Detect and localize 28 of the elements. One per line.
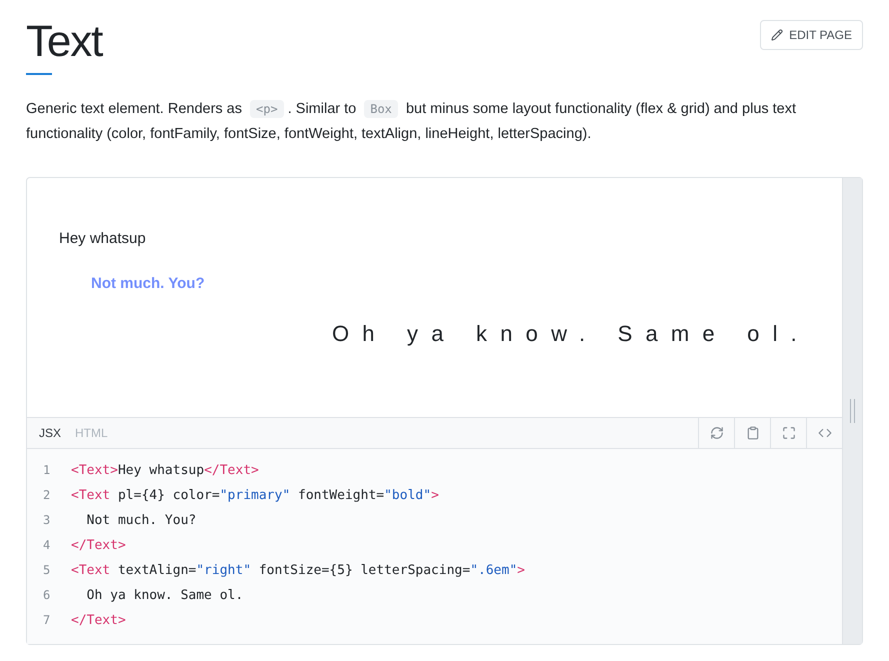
code-line: </Text> bbox=[71, 612, 126, 630]
preview-text: Oh ya know. Same ol. bbox=[331, 320, 810, 348]
line-number: 6 bbox=[42, 587, 52, 604]
pencil-icon bbox=[771, 29, 784, 41]
line-number: 5 bbox=[42, 562, 52, 579]
preview-text: Hey whatsup bbox=[59, 229, 147, 249]
fullscreen-icon bbox=[782, 426, 796, 440]
title-underline bbox=[26, 73, 52, 75]
line-number: 1 bbox=[42, 462, 52, 479]
preview-text: Not much. You? bbox=[90, 274, 206, 294]
description-text: Generic text element. Renders as <p> . Similar to Box but minus some layout functionality (flex & grid) and plus text functionality (color, fontFamily, fontSize, fontWeight, textAlign, lineHeight, letterSpacing). bbox=[26, 99, 798, 144]
code-line: <Text pl={4} color="primary" fontWeight="bold"> bbox=[71, 487, 439, 505]
code-line: <Text textAlign="right" fontSize={5} letterSpacing=".6em"> bbox=[71, 562, 525, 580]
page-title: Text bbox=[26, 16, 102, 68]
editor-tab[interactable]: JSX bbox=[39, 424, 62, 442]
line-number: 3 bbox=[42, 512, 52, 529]
line-number: 4 bbox=[42, 537, 52, 554]
refresh-icon bbox=[710, 426, 724, 440]
resize-handle[interactable] bbox=[842, 178, 862, 644]
line-number: 2 bbox=[42, 487, 52, 504]
line-number: 7 bbox=[42, 612, 52, 629]
clipboard-icon bbox=[746, 426, 760, 440]
code-line: </Text> bbox=[71, 537, 126, 555]
code-line: Oh ya know. Same ol. bbox=[86, 587, 244, 605]
code-line: Not much. You? bbox=[86, 512, 196, 530]
code-icon bbox=[818, 426, 832, 440]
edit-page-button[interactable]: EDIT PAGE bbox=[760, 20, 863, 50]
code-line: <Text>Hey whatsup</Text> bbox=[71, 462, 259, 480]
